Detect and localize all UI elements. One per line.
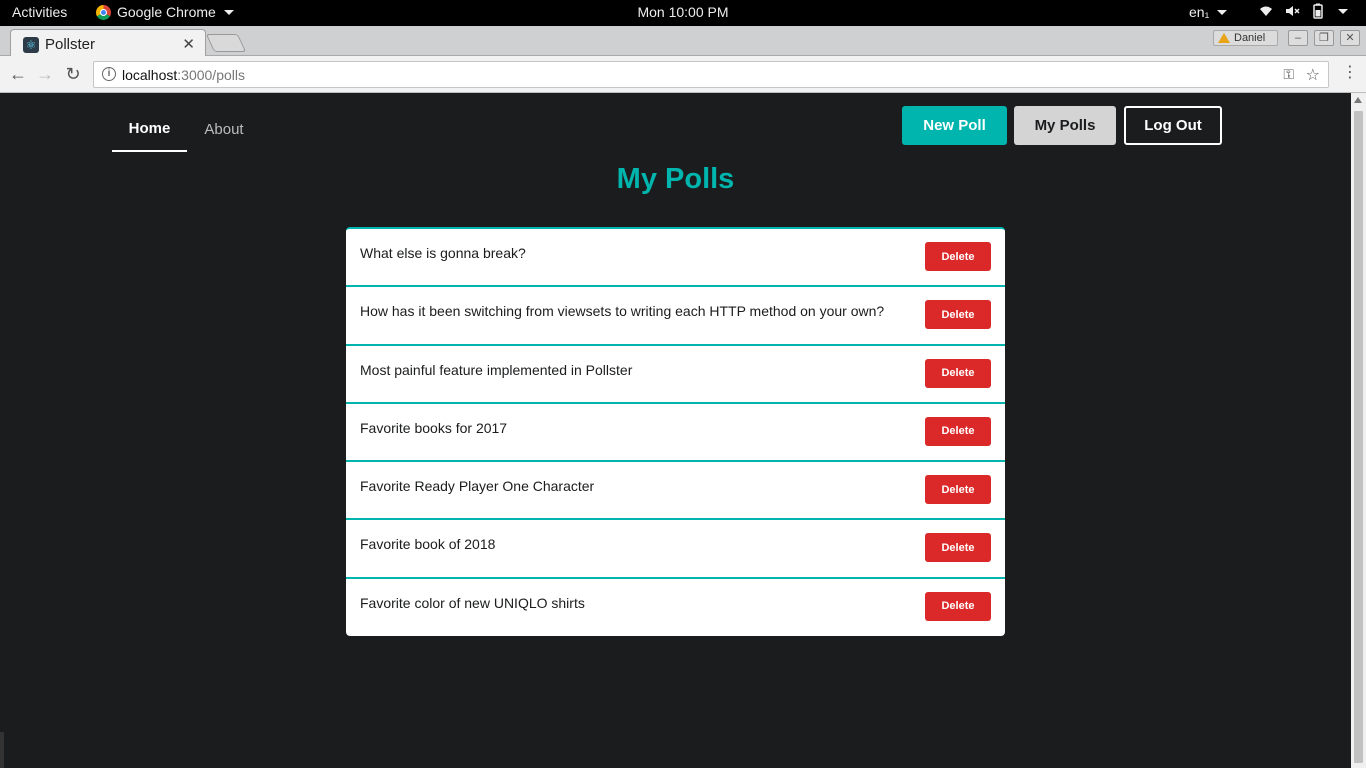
- profile-button[interactable]: Daniel: [1213, 30, 1278, 46]
- app-name: Google Chrome: [117, 4, 216, 20]
- activities-button[interactable]: Activities: [12, 4, 67, 20]
- my-polls-button[interactable]: My Polls: [1014, 106, 1116, 145]
- new-poll-button[interactable]: New Poll: [902, 106, 1007, 145]
- delete-button[interactable]: Delete: [925, 591, 991, 621]
- profile-name: Daniel: [1234, 32, 1266, 44]
- poll-question[interactable]: What else is gonna break?: [360, 245, 526, 261]
- chevron-down-icon: [1217, 9, 1228, 15]
- log-out-button[interactable]: Log Out: [1124, 106, 1222, 145]
- poll-question[interactable]: Favorite color of new UNIQLO shirts: [360, 595, 585, 611]
- forward-arrow-icon[interactable]: →: [35, 64, 55, 84]
- poll-item[interactable]: How has it been switching from viewsets …: [346, 287, 1005, 346]
- delete-button[interactable]: Delete: [925, 242, 991, 271]
- scrollbar-thumb[interactable]: [1354, 111, 1363, 763]
- delete-button[interactable]: Delete: [925, 416, 991, 446]
- chevron-down-icon: [223, 9, 234, 15]
- browser-tab[interactable]: ⚛ Pollster ✕: [10, 29, 206, 57]
- dock-edge: [0, 732, 4, 768]
- poll-item[interactable]: Favorite Ready Player One Character Dele…: [346, 462, 1005, 521]
- poll-question[interactable]: How has it been switching from viewsets …: [360, 303, 884, 319]
- bookmark-star-icon[interactable]: ☆: [1306, 65, 1320, 85]
- poll-list: What else is gonna break? Delete How has…: [346, 227, 1005, 636]
- poll-item[interactable]: Favorite book of 2018 Delete: [346, 520, 1005, 579]
- language-label: en₁: [1189, 4, 1210, 20]
- chevron-down-icon: [1338, 8, 1348, 14]
- wifi-icon: [1260, 6, 1272, 16]
- info-icon[interactable]: i: [102, 67, 116, 81]
- page-scrollbar[interactable]: [1351, 93, 1366, 768]
- delete-button[interactable]: Delete: [925, 300, 991, 330]
- reload-icon[interactable]: ↻: [63, 64, 83, 84]
- poll-question[interactable]: Favorite books for 2017: [360, 420, 507, 436]
- battery-icon: [1313, 3, 1323, 19]
- warning-icon: [1218, 33, 1230, 43]
- page-content: Home About New Poll My Polls Log Out My …: [0, 93, 1351, 768]
- nav-about[interactable]: About: [191, 107, 257, 152]
- volume-muted-icon: [1286, 6, 1300, 16]
- poll-question[interactable]: Favorite book of 2018: [360, 536, 495, 552]
- chrome-icon: [96, 4, 111, 20]
- maximize-button[interactable]: ❐: [1314, 30, 1334, 46]
- url-text: localhost:3000/polls: [122, 67, 245, 83]
- poll-question[interactable]: Most painful feature implemented in Poll…: [360, 362, 632, 378]
- delete-button[interactable]: Delete: [925, 533, 991, 563]
- app-menu[interactable]: Google Chrome: [96, 4, 234, 20]
- nav-home[interactable]: Home: [112, 107, 187, 152]
- system-clock[interactable]: Mon 10:00 PM: [637, 4, 728, 20]
- back-arrow-icon[interactable]: ←: [8, 64, 28, 84]
- language-menu[interactable]: en₁: [1189, 4, 1228, 20]
- minimize-button[interactable]: –: [1288, 30, 1308, 46]
- system-status-menu[interactable]: [1258, 3, 1348, 19]
- tab-title: Pollster: [45, 36, 96, 53]
- new-tab-button[interactable]: [205, 34, 247, 52]
- react-favicon-icon: ⚛: [23, 37, 39, 53]
- poll-item[interactable]: Favorite color of new UNIQLO shirts Dele…: [346, 579, 1005, 636]
- scroll-up-icon[interactable]: [1354, 97, 1362, 103]
- delete-button[interactable]: Delete: [925, 475, 991, 505]
- close-tab-icon[interactable]: ✕: [182, 35, 195, 53]
- page-title: My Polls: [616, 163, 735, 195]
- browser-menu-icon[interactable]: ⋮: [1342, 64, 1358, 82]
- key-icon[interactable]: ⚿: [1283, 66, 1294, 83]
- address-bar[interactable]: i localhost:3000/polls ⚿ ☆: [93, 61, 1329, 88]
- toolbar: ← → ↻ i localhost:3000/polls ⚿ ☆ ⋮: [0, 56, 1366, 93]
- system-top-bar: Activities Google Chrome Mon 10:00 PM en…: [0, 0, 1366, 26]
- poll-item[interactable]: What else is gonna break? Delete: [346, 229, 1005, 288]
- poll-item[interactable]: Favorite books for 2017 Delete: [346, 404, 1005, 463]
- poll-question[interactable]: Favorite Ready Player One Character: [360, 478, 594, 494]
- close-window-button[interactable]: ✕: [1340, 30, 1360, 46]
- tab-strip: ⚛ Pollster ✕: [0, 26, 1366, 57]
- delete-button[interactable]: Delete: [925, 358, 991, 388]
- poll-item[interactable]: Most painful feature implemented in Poll…: [346, 346, 1005, 404]
